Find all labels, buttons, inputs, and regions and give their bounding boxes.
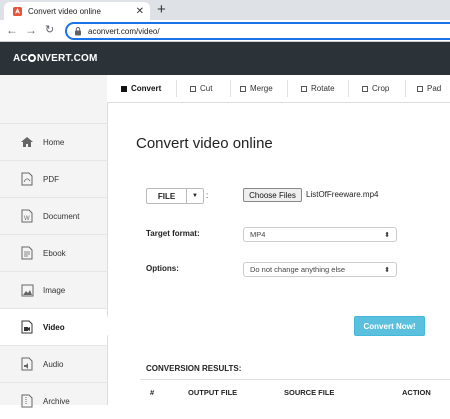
active-item-pointer (101, 316, 108, 336)
checkbox-icon (301, 85, 307, 92)
site-logo[interactable]: AC NVERT.COM (13, 53, 98, 64)
forward-arrow-icon[interactable]: → (25, 23, 37, 37)
tab-divider (230, 80, 231, 97)
conversion-results-title: CONVERSION RESULTS: (146, 364, 242, 373)
tab-convert[interactable]: Convert (121, 75, 161, 102)
options-value: Do not change anything else (250, 265, 346, 274)
target-format-value: MP4 (250, 230, 266, 239)
image-icon (20, 283, 34, 297)
aconvert-favicon-icon (13, 6, 22, 16)
choose-files-button[interactable]: Choose Files (243, 188, 302, 202)
file-source-dropdown[interactable]: FILE ▼ (146, 188, 204, 204)
checkbox-icon (240, 85, 246, 92)
home-icon (20, 135, 34, 149)
sidebar-item-pdf[interactable]: PDF (0, 160, 107, 197)
checkbox-icon (121, 85, 127, 92)
sidebar-item-label: Document (43, 211, 80, 221)
tab-cut[interactable]: Cut (190, 75, 212, 102)
back-arrow-icon[interactable]: ← (6, 23, 18, 37)
browser-tab-bar: Convert video online ✕ + (0, 0, 450, 20)
tab-crop[interactable]: Crop (362, 75, 389, 102)
page-title: Convert video online (136, 135, 273, 152)
file-colon: : (206, 191, 209, 200)
logo-o-icon (28, 54, 37, 62)
archive-icon (20, 394, 34, 408)
results-table-header: # OUTPUT FILE SOURCE FILE ACTION (140, 379, 450, 406)
file-button-label: FILE (147, 189, 187, 203)
lock-icon (75, 27, 81, 36)
options-select[interactable]: Do not change anything else ⬍ (243, 262, 397, 277)
convert-now-button[interactable]: Convert Now! (354, 316, 425, 336)
video-icon (20, 320, 34, 334)
tab-rotate[interactable]: Rotate (301, 75, 335, 102)
audio-icon (20, 357, 34, 371)
tab-pad[interactable]: Pad (417, 75, 441, 102)
tab-divider (287, 80, 288, 97)
col-source-file: SOURCE FILE (284, 388, 335, 397)
browser-tab[interactable]: Convert video online ✕ (4, 2, 150, 20)
new-tab-icon[interactable]: + (157, 2, 166, 18)
checkbox-icon (362, 85, 368, 92)
sidebar-item-audio[interactable]: Audio (0, 345, 107, 382)
caret-down-icon[interactable]: ▼ (187, 189, 203, 203)
select-arrows-icon: ⬍ (384, 266, 390, 274)
tab-divider (348, 80, 349, 97)
sidebar-item-document[interactable]: W Document (0, 197, 107, 234)
sidebar-item-archive[interactable]: Archive (0, 382, 107, 419)
sidebar-item-home[interactable]: Home (0, 123, 107, 160)
svg-text:W: W (24, 216, 30, 222)
pdf-icon (20, 172, 34, 186)
tab-label: Rotate (311, 84, 335, 93)
sidebar-item-ebook[interactable]: Ebook (0, 234, 107, 271)
sidebar-item-label: Audio (43, 359, 64, 369)
options-label: Options: (146, 264, 179, 273)
checkbox-icon (190, 85, 196, 92)
sidebar-item-label: Home (43, 137, 65, 147)
sidebar-item-label: Archive (43, 396, 70, 406)
tab-label: Crop (372, 84, 390, 93)
sidebar-item-label: Image (43, 285, 66, 295)
sidebar-item-label: PDF (43, 174, 59, 184)
address-url: aconvert.com/video/ (88, 26, 160, 36)
sidebar-item-video[interactable]: Video (0, 308, 107, 345)
col-output-file: OUTPUT FILE (188, 388, 238, 397)
tab-divider (176, 80, 177, 97)
site-header: AC NVERT.COM (0, 42, 450, 75)
tab-merge[interactable]: Merge (240, 75, 273, 102)
checkbox-icon (417, 85, 423, 92)
tab-label: Merge (250, 84, 273, 93)
reload-icon[interactable]: ↻ (45, 23, 54, 37)
col-index: # (150, 388, 155, 397)
tab-divider (405, 80, 406, 97)
select-arrows-icon: ⬍ (384, 231, 390, 239)
target-format-select[interactable]: MP4 ⬍ (243, 227, 397, 242)
ebook-icon (20, 246, 34, 260)
address-bar[interactable]: aconvert.com/video/ (65, 22, 450, 40)
sidebar-item-label: Ebook (43, 248, 66, 258)
selected-file-name: ListOfFreeware.mp4 (306, 190, 379, 199)
tool-tabs: Convert Cut Merge Rotate Crop Pad (107, 75, 450, 103)
document-icon: W (20, 209, 34, 223)
close-tab-icon[interactable]: ✕ (136, 6, 144, 17)
col-action: ACTION (402, 388, 431, 397)
sidebar-item-label: Video (43, 322, 65, 332)
tab-label: Cut (200, 84, 213, 93)
tab-label: Pad (427, 84, 442, 93)
browser-toolbar: ← → ↻ aconvert.com/video/ (0, 20, 450, 42)
sidebar-item-image[interactable]: Image (0, 271, 107, 308)
tab-label: Convert (131, 84, 162, 93)
tab-title: Convert video online (28, 6, 101, 16)
sidebar: Home PDF W Document Ebook Image Video Au… (0, 75, 108, 408)
target-format-label: Target format: (146, 229, 200, 238)
